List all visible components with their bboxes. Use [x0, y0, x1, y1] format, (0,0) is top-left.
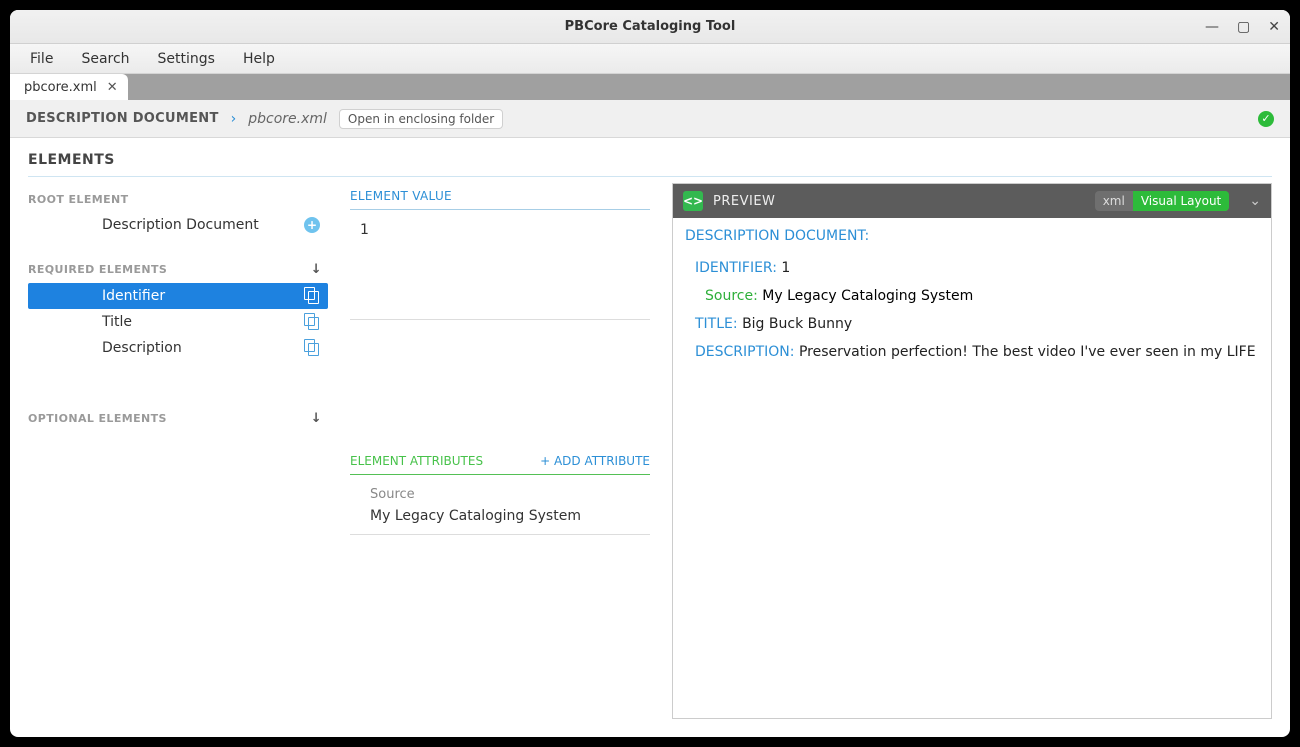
- window-title: PBCore Cataloging Tool: [565, 19, 736, 34]
- add-icon[interactable]: +: [304, 217, 320, 233]
- element-identifier[interactable]: Identifier: [28, 283, 328, 309]
- maximize-button[interactable]: ▢: [1237, 19, 1250, 35]
- element-attributes-header: ELEMENT ATTRIBUTES + ADD ATTRIBUTE: [350, 450, 650, 475]
- chevron-down-icon: ↓: [311, 262, 328, 277]
- minimize-button[interactable]: —: [1205, 19, 1219, 35]
- preview-body: DESCRIPTION DOCUMENT: IDENTIFIER: 1 Sour…: [673, 218, 1271, 718]
- open-folder-button[interactable]: Open in enclosing folder: [339, 109, 503, 129]
- optional-elements-label[interactable]: OPTIONAL ELEMENTS ↓: [28, 401, 328, 432]
- preview-source: Source: My Legacy Cataloging System: [685, 282, 1259, 310]
- tab-close-icon[interactable]: ✕: [107, 80, 118, 95]
- root-element-label: ROOT ELEMENT: [28, 183, 328, 212]
- tab-pbcore[interactable]: pbcore.xml ✕: [10, 74, 128, 100]
- preview-label: PREVIEW: [713, 194, 775, 209]
- chevron-down-icon[interactable]: ⌄: [1239, 193, 1261, 209]
- menu-search[interactable]: Search: [81, 51, 129, 67]
- element-attributes-label: ELEMENT ATTRIBUTES: [350, 454, 483, 468]
- close-button[interactable]: ✕: [1268, 19, 1280, 35]
- chevron-right-icon: ›: [231, 111, 237, 127]
- attribute-row[interactable]: Source My Legacy Cataloging System: [350, 487, 650, 535]
- element-editor-panel: ELEMENT VALUE 1 ELEMENT ATTRIBUTES + ADD…: [350, 183, 650, 719]
- status-ok-icon: ✓: [1258, 111, 1274, 127]
- code-icon: <>: [683, 191, 703, 211]
- element-value-label: ELEMENT VALUE: [350, 183, 650, 210]
- required-elements-label[interactable]: REQUIRED ELEMENTS ↓: [28, 252, 328, 283]
- title-bar: PBCore Cataloging Tool — ▢ ✕: [10, 10, 1290, 44]
- breadcrumb-file[interactable]: pbcore.xml: [248, 111, 327, 127]
- menu-help[interactable]: Help: [243, 51, 275, 67]
- preview-panel: <> PREVIEW xml Visual Layout ⌄ DESCRIPTI…: [672, 183, 1272, 719]
- chevron-down-icon: ↓: [311, 411, 328, 426]
- content-area: ELEMENTS ROOT ELEMENT Description Docume…: [10, 138, 1290, 737]
- element-description[interactable]: Description: [28, 335, 328, 361]
- breadcrumb-bar: DESCRIPTION DOCUMENT › pbcore.xml Open i…: [10, 100, 1290, 138]
- app-window: PBCore Cataloging Tool — ▢ ✕ File Search…: [10, 10, 1290, 737]
- root-element-row[interactable]: Description Document +: [28, 212, 328, 238]
- copy-icon[interactable]: [304, 287, 320, 303]
- attribute-name: Source: [370, 487, 638, 502]
- copy-icon[interactable]: [304, 313, 320, 329]
- toggle-visual[interactable]: Visual Layout: [1133, 191, 1229, 211]
- element-value-input[interactable]: 1: [350, 220, 650, 320]
- tab-label: pbcore.xml: [24, 80, 97, 95]
- elements-panel: ROOT ELEMENT Description Document + REQU…: [28, 183, 328, 719]
- add-attribute-button[interactable]: + ADD ATTRIBUTE: [540, 454, 650, 468]
- toggle-xml[interactable]: xml: [1095, 191, 1133, 211]
- copy-icon[interactable]: [304, 339, 320, 355]
- preview-identifier: IDENTIFIER: 1: [685, 254, 1259, 282]
- menu-file[interactable]: File: [30, 51, 53, 67]
- window-controls: — ▢ ✕: [1205, 10, 1280, 43]
- menu-bar: File Search Settings Help: [10, 44, 1290, 74]
- tab-strip: pbcore.xml ✕: [10, 74, 1290, 100]
- preview-toggle: xml Visual Layout: [1095, 191, 1230, 211]
- element-title[interactable]: Title: [28, 309, 328, 335]
- breadcrumb-root[interactable]: DESCRIPTION DOCUMENT: [26, 111, 219, 126]
- preview-root: DESCRIPTION DOCUMENT:: [685, 228, 1259, 244]
- page-title: ELEMENTS: [28, 152, 1272, 177]
- preview-title: TITLE: Big Buck Bunny: [685, 310, 1259, 338]
- preview-description: DESCRIPTION: Preservation perfection! Th…: [685, 338, 1259, 366]
- preview-header: <> PREVIEW xml Visual Layout ⌄: [673, 184, 1271, 218]
- attribute-value[interactable]: My Legacy Cataloging System: [370, 508, 638, 524]
- menu-settings[interactable]: Settings: [158, 51, 215, 67]
